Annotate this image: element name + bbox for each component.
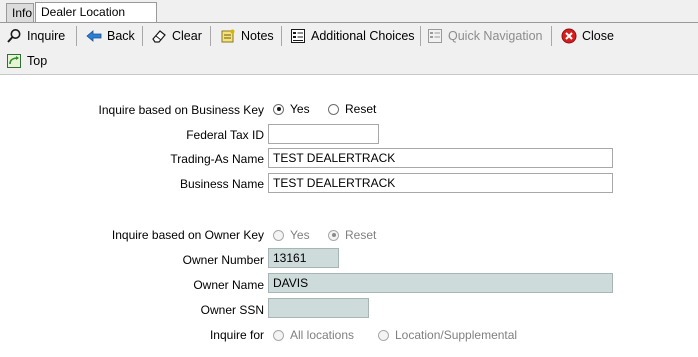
owner-key-reset-radio[interactable]: Reset (328, 228, 376, 242)
clear-label: Clear (172, 29, 202, 43)
radio-dot (328, 229, 339, 241)
additional-choices-button[interactable]: Additional Choices (290, 24, 415, 48)
tab-info[interactable]: Info (6, 3, 34, 22)
radio-dot (378, 329, 389, 341)
toolbar-separator (281, 26, 282, 46)
inquire-for-label: Inquire for (209, 328, 264, 342)
trading-as-name-input[interactable] (268, 148, 613, 168)
business-name-label: Business Name (179, 177, 264, 191)
notes-button[interactable]: Notes (220, 24, 274, 48)
owner-key-yes-radio[interactable]: Yes (273, 228, 310, 242)
top-icon (6, 53, 22, 69)
notes-label: Notes (241, 29, 274, 43)
inquire-label: Inquire (27, 29, 66, 43)
additional-choices-label: Additional Choices (311, 29, 415, 43)
inquire-for-location-supplemental-radio[interactable]: Location/Supplemental (378, 328, 517, 342)
arrow-left-icon (86, 28, 102, 44)
inquire-button[interactable]: Inquire (6, 24, 65, 48)
radio-label: Reset (345, 228, 377, 242)
federal-tax-id-label: Federal Tax ID (186, 128, 264, 142)
business-key-label: Inquire based on Business Key (98, 103, 264, 117)
quick-navigation-button[interactable]: Quick Navigation (427, 24, 543, 48)
federal-tax-id-input[interactable] (268, 124, 379, 144)
radio-dot (273, 103, 284, 115)
close-icon (561, 28, 577, 44)
quick-navigation-icon (427, 28, 443, 44)
eraser-icon (151, 28, 167, 44)
toolbar-separator (76, 26, 77, 46)
owner-name-input[interactable] (268, 273, 613, 293)
radio-label: Reset (345, 102, 377, 116)
radio-label: Location/Supplemental (395, 328, 518, 342)
close-button[interactable]: Close (561, 24, 614, 48)
toolbar: Inquire Back Clear Notes Additional Choi… (0, 23, 698, 75)
business-key-yes-radio[interactable]: Yes (273, 102, 310, 116)
tab-strip: Info Dealer Location Detail (0, 0, 698, 37)
trading-as-name-label: Trading-As Name (170, 152, 264, 166)
toolbar-separator (210, 26, 211, 46)
radio-label: All locations (290, 328, 355, 342)
toolbar-separator (142, 26, 143, 46)
top-button[interactable]: Top (6, 49, 47, 73)
back-label: Back (107, 29, 135, 43)
list-form-icon (290, 28, 306, 44)
owner-number-input[interactable] (268, 248, 339, 268)
owner-ssn-label: Owner SSN (200, 303, 264, 317)
notes-icon (220, 28, 236, 44)
toolbar-separator (420, 26, 421, 46)
business-key-reset-radio[interactable]: Reset (328, 102, 376, 116)
owner-name-label: Owner Name (193, 278, 264, 292)
back-button[interactable]: Back (86, 24, 135, 48)
radio-dot (273, 329, 284, 341)
radio-dot (328, 103, 339, 115)
close-label: Close (582, 29, 614, 43)
inquire-for-all-locations-radio[interactable]: All locations (273, 328, 354, 342)
toolbar-separator (551, 26, 552, 46)
magnifier-icon (6, 28, 22, 44)
clear-button[interactable]: Clear (151, 24, 202, 48)
owner-key-label: Inquire based on Owner Key (111, 228, 264, 242)
radio-dot (273, 229, 284, 241)
quick-navigation-label: Quick Navigation (448, 29, 543, 43)
owner-number-label: Owner Number (182, 253, 264, 267)
owner-ssn-input[interactable] (268, 298, 369, 318)
radio-label: Yes (290, 228, 310, 242)
radio-label: Yes (290, 102, 310, 116)
top-label: Top (27, 54, 48, 68)
tab-dealer-location-detail[interactable]: Dealer Location Detail (35, 2, 157, 37)
business-name-input[interactable] (268, 173, 613, 193)
